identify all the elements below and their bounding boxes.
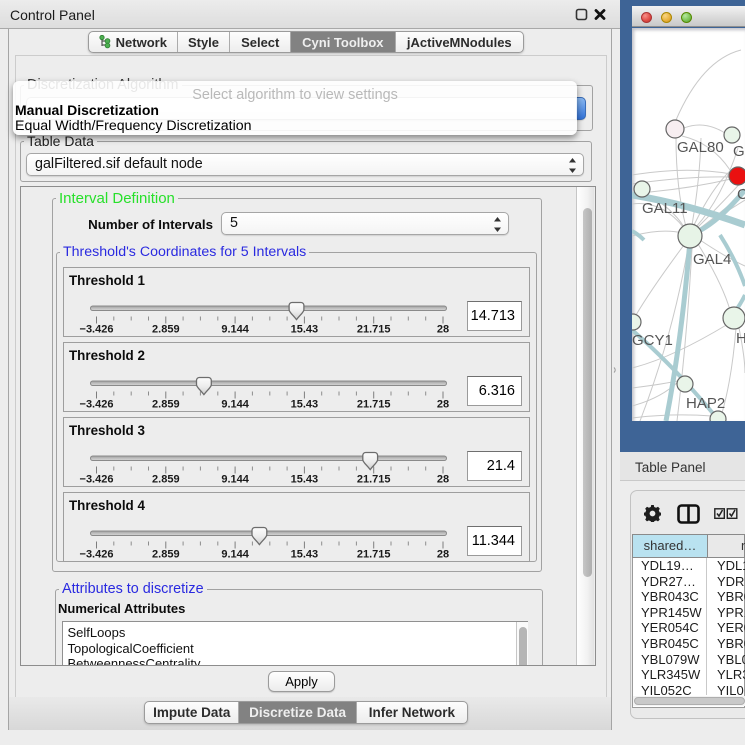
- svg-text:21.715: 21.715: [357, 474, 391, 486]
- svg-text:2.859: 2.859: [152, 399, 180, 411]
- svg-text:15.43: 15.43: [291, 549, 319, 561]
- svg-text:HAP2: HAP2: [686, 395, 725, 412]
- svg-text:C: C: [737, 186, 745, 203]
- svg-text:H: H: [736, 330, 745, 347]
- svg-text:G: G: [733, 143, 745, 160]
- svg-text:28: 28: [437, 474, 449, 486]
- svg-text:−3.426: −3.426: [80, 474, 114, 486]
- svg-text:2.859: 2.859: [152, 474, 180, 486]
- svg-text:28: 28: [437, 549, 449, 561]
- svg-text:15.43: 15.43: [291, 324, 319, 336]
- svg-text:15.43: 15.43: [291, 474, 319, 486]
- svg-text:2.859: 2.859: [152, 549, 180, 561]
- svg-text:9.144: 9.144: [221, 474, 249, 486]
- svg-text:GAL80: GAL80: [677, 139, 724, 156]
- svg-text:15.43: 15.43: [291, 399, 319, 411]
- svg-text:−3.426: −3.426: [80, 549, 114, 561]
- svg-text:−3.426: −3.426: [80, 324, 114, 336]
- svg-text:21.715: 21.715: [357, 549, 391, 561]
- svg-text:21.715: 21.715: [357, 399, 391, 411]
- svg-text:21.715: 21.715: [357, 324, 391, 336]
- svg-text:GAL4: GAL4: [693, 251, 731, 268]
- svg-text:−3.426: −3.426: [80, 399, 114, 411]
- svg-text:9.144: 9.144: [221, 324, 249, 336]
- svg-text:GCY1: GCY1: [632, 332, 673, 349]
- svg-text:9.144: 9.144: [221, 549, 249, 561]
- svg-text:2.859: 2.859: [152, 324, 180, 336]
- svg-text:9.144: 9.144: [221, 399, 249, 411]
- svg-text:GAL11: GAL11: [642, 200, 688, 217]
- svg-text:28: 28: [437, 324, 449, 336]
- svg-text:28: 28: [437, 399, 449, 411]
